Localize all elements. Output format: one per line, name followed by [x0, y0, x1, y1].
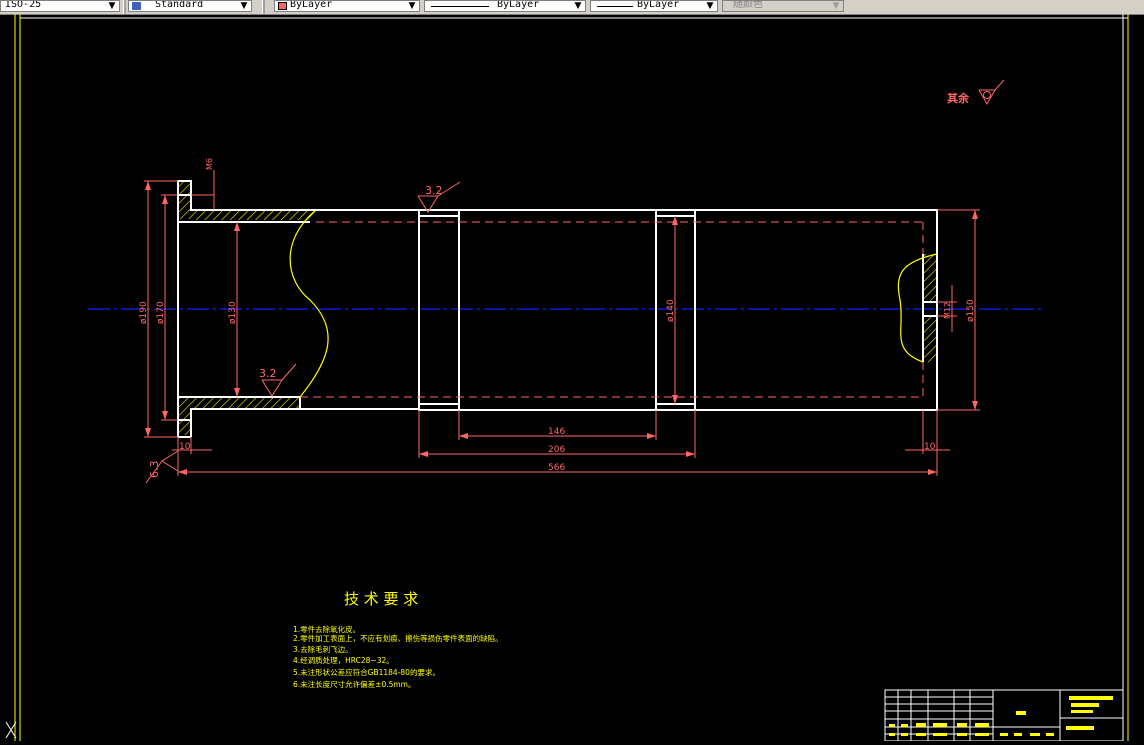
- dim-d150: ø150: [966, 299, 976, 322]
- lineweight-sample: [597, 6, 633, 7]
- drawing-border: [14, 14, 1129, 741]
- lineweight-dropdown[interactable]: ByLayer ▼: [590, 0, 718, 12]
- text-style-icon: [132, 2, 141, 10]
- title-block-text-marks: [889, 696, 1113, 736]
- roughness-symbol-bottom: 3.2: [259, 363, 297, 397]
- tech-note: 1.零件去除氧化皮。: [293, 624, 360, 634]
- tech-note: 4.经调质处理，HRC28~32。: [293, 655, 394, 665]
- plotstyle-dropdown[interactable]: 随颜色 ▼: [722, 0, 844, 12]
- dim-10-left: 10: [179, 442, 191, 452]
- roughness-bottom-value: 3.2: [259, 367, 277, 380]
- dimstyle-dropdown[interactable]: ISO-25 ▼: [0, 0, 120, 12]
- roughness-left-value: 6.3: [148, 461, 161, 479]
- ucs-axis-icon: [5, 721, 17, 739]
- tech-requirements-list: 1.零件去除氧化皮。 2.零件加工表面上，不应有划痕、擦伤等损伤零件表面的缺陷。…: [293, 624, 503, 689]
- linetype-value: ByLayer: [497, 0, 540, 10]
- chevron-down-icon: ▼: [706, 1, 714, 11]
- dim-146: 146: [548, 427, 565, 437]
- chevron-down-icon: ▼: [408, 1, 416, 11]
- lineweight-value: ByLayer: [637, 0, 680, 10]
- tech-note: 3.去除毛刺飞边。: [293, 644, 353, 654]
- tech-note: 6.未注长度尺寸允许偏差±0.5mm。: [293, 679, 415, 689]
- properties-toolbar: ISO-25 ▼ Standard ▼ ByLayer ▼ ByLayer ▼ …: [0, 0, 1144, 15]
- dim-566: 566: [548, 463, 565, 473]
- tech-requirements-title: 技 术 要 求: [344, 590, 418, 608]
- plotstyle-value: 随颜色: [733, 0, 763, 10]
- dim-m6: M6: [205, 158, 214, 170]
- chevron-down-icon: ▼: [108, 1, 116, 11]
- dim-m12: M12: [943, 302, 952, 319]
- dim-206: 206: [548, 445, 565, 455]
- tech-note: 5.未注形状公差应符合GB1184-80的要求。: [293, 667, 440, 677]
- dim-d130: ø130: [228, 301, 238, 324]
- linetype-sample: [431, 6, 489, 7]
- roughness-symbol-left: 6.3: [145, 450, 179, 484]
- textstyle-value: Standard: [155, 0, 204, 10]
- toolbar-separator: [262, 0, 265, 14]
- roughness-other-symbol: 其余: [947, 79, 1005, 106]
- textstyle-dropdown[interactable]: Standard ▼: [128, 0, 252, 12]
- roughness-symbol-top: 3.2: [417, 181, 461, 213]
- chevron-down-icon: ▼: [240, 1, 248, 11]
- drawing-canvas[interactable]: ø190 ø170 ø130 ø140 ø150 M6 M12 146 206 …: [0, 14, 1144, 742]
- color-value: ByLayer: [290, 0, 333, 10]
- dim-d170: ø170: [156, 301, 166, 324]
- dimstyle-value: ISO-25: [5, 0, 42, 10]
- dim-d190: ø190: [139, 301, 149, 324]
- chevron-down-icon: ▼: [832, 1, 840, 11]
- dim-d140: ø140: [666, 299, 676, 322]
- chevron-down-icon: ▼: [574, 1, 582, 11]
- color-dropdown[interactable]: ByLayer ▼: [274, 0, 420, 12]
- dim-10-right: 10: [924, 442, 936, 452]
- color-swatch-icon: [278, 2, 287, 10]
- linetype-dropdown[interactable]: ByLayer ▼: [424, 0, 586, 12]
- roughness-other-label: 其余: [947, 91, 970, 105]
- toolbar-separator: [123, 0, 126, 14]
- break-line: [289, 209, 329, 398]
- roughness-top-value: 3.2: [425, 184, 443, 197]
- drawing-svg: ø190 ø170 ø130 ø140 ø150 M6 M12 146 206 …: [14, 14, 1129, 742]
- tech-note: 2.零件加工表面上，不应有划痕、擦伤等损伤零件表面的缺陷。: [293, 633, 503, 643]
